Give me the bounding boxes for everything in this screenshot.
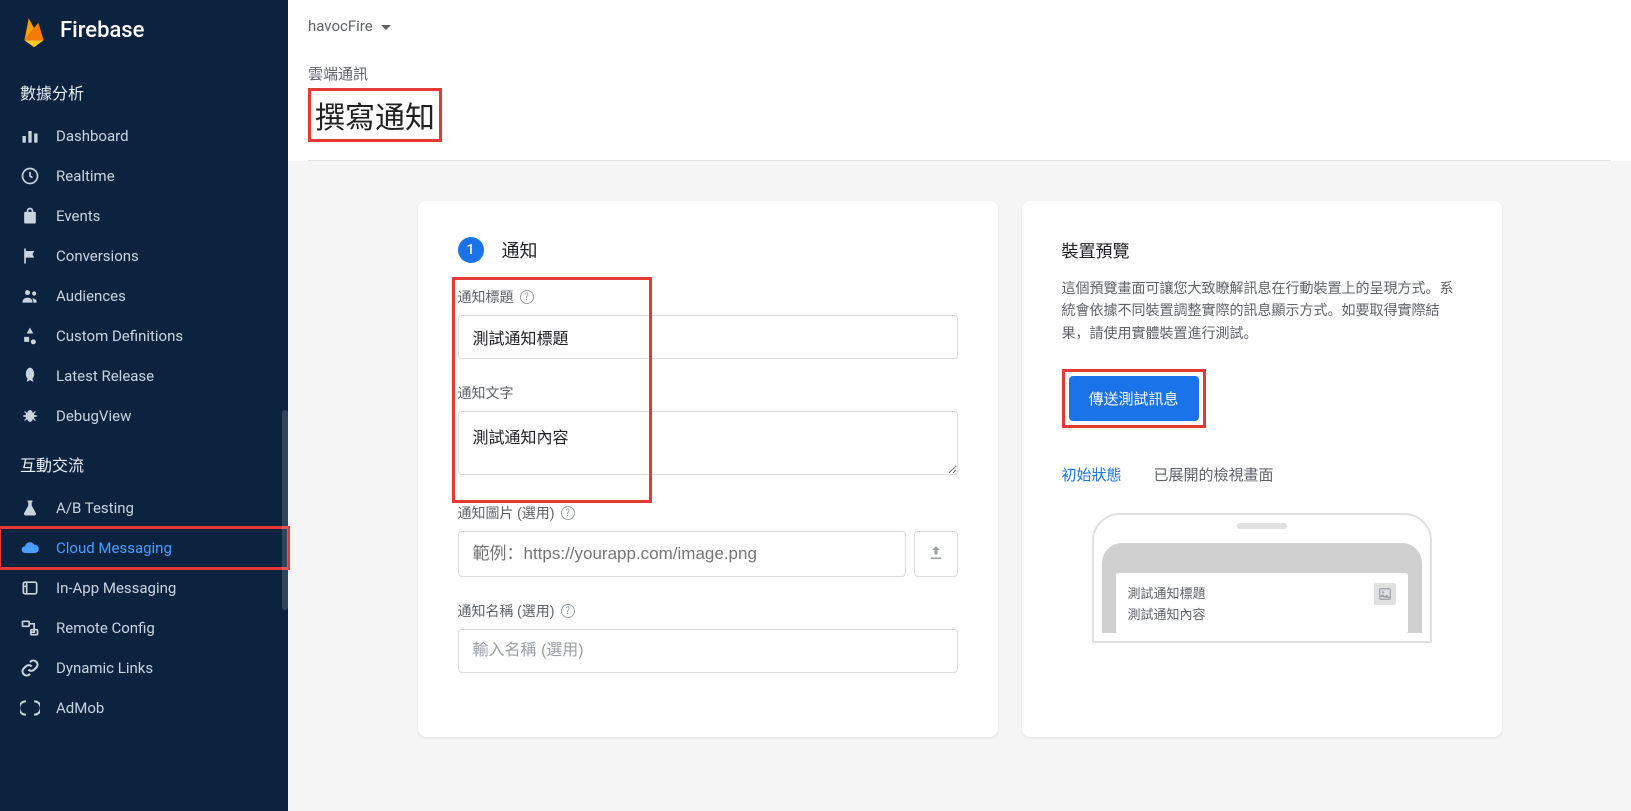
field-name: 通知名稱 (選用) ?	[458, 601, 958, 673]
compose-card: 1 通知 通知標題 ? 通知文字	[418, 201, 998, 737]
preview-tabs: 初始狀態 已展開的檢視畫面	[1062, 464, 1462, 489]
tab-expanded-view[interactable]: 已展開的檢視畫面	[1154, 464, 1274, 489]
inapp-icon	[20, 578, 40, 598]
sidebar-item-label: AdMob	[56, 699, 104, 717]
help-icon[interactable]: ?	[520, 290, 534, 304]
brand-name: Firebase	[60, 18, 144, 43]
notif-title: 測試通知標題	[1128, 583, 1374, 602]
sidebar-item-remote-config[interactable]: Remote Config	[0, 608, 288, 648]
events-icon	[20, 206, 40, 226]
sidebar-item-label: Dynamic Links	[56, 659, 153, 677]
rocket-icon	[20, 366, 40, 386]
name-label: 通知名稱 (選用)	[458, 601, 555, 621]
sidebar-item-label: Custom Definitions	[56, 327, 183, 345]
bar-chart-icon	[20, 126, 40, 146]
sidebar-item-dynamic-links[interactable]: Dynamic Links	[0, 648, 288, 688]
field-title: 通知標題 ?	[458, 287, 958, 359]
step-title: 通知	[502, 237, 538, 263]
sidebar-item-conversions[interactable]: Conversions	[0, 236, 288, 276]
sidebar-section-engage: 互動交流	[0, 436, 288, 488]
project-name: havocFire	[308, 17, 373, 35]
title-input[interactable]	[458, 315, 958, 359]
link-icon	[20, 658, 40, 678]
field-body: 通知文字	[458, 383, 958, 479]
body-input[interactable]	[458, 411, 958, 475]
page-title: 撰寫通知	[308, 88, 1611, 161]
flask-icon	[20, 498, 40, 518]
cloud-icon	[20, 538, 40, 558]
send-test-button[interactable]: 傳送測試訊息	[1069, 376, 1199, 421]
image-label: 通知圖片 (選用)	[458, 503, 555, 523]
sidebar-item-audiences[interactable]: Audiences	[0, 276, 288, 316]
sidebar-scrollbar[interactable]	[282, 410, 288, 610]
upload-button[interactable]	[914, 531, 958, 577]
sidebar-item-ab-testing[interactable]: A/B Testing	[0, 488, 288, 528]
firebase-logo-icon	[20, 14, 48, 46]
sidebar-item-label: Cloud Messaging	[56, 539, 172, 557]
image-input[interactable]	[458, 531, 906, 577]
sidebar: Firebase 數據分析 Dashboard Realtime Events …	[0, 0, 288, 811]
field-image: 通知圖片 (選用) ?	[458, 503, 958, 577]
body-label: 通知文字	[458, 383, 514, 403]
name-input[interactable]	[458, 629, 958, 673]
notification-preview: 測試通知標題 測試通知內容	[1116, 573, 1408, 633]
sidebar-item-admob[interactable]: AdMob	[0, 688, 288, 728]
sidebar-item-label: Events	[56, 207, 100, 225]
sidebar-item-realtime[interactable]: Realtime	[0, 156, 288, 196]
sidebar-item-custom-definitions[interactable]: Custom Definitions	[0, 316, 288, 356]
sidebar-item-events[interactable]: Events	[0, 196, 288, 236]
sidebar-item-debugview[interactable]: DebugView	[0, 396, 288, 436]
shapes-icon	[20, 326, 40, 346]
sidebar-item-label: DebugView	[56, 407, 131, 425]
sidebar-item-label: Remote Config	[56, 619, 155, 637]
sidebar-item-label: Dashboard	[56, 127, 129, 145]
page-header: havocFire 雲端通訊 撰寫通知	[288, 0, 1631, 161]
sidebar-item-dashboard[interactable]: Dashboard	[0, 116, 288, 156]
sidebar-item-label: Realtime	[56, 167, 115, 185]
sidebar-item-latest-release[interactable]: Latest Release	[0, 356, 288, 396]
phone-speaker	[1237, 523, 1287, 529]
sidebar-item-label: A/B Testing	[56, 499, 134, 517]
chevron-down-icon	[381, 17, 391, 35]
sidebar-item-inapp-messaging[interactable]: In-App Messaging	[0, 568, 288, 608]
sidebar-item-cloud-messaging[interactable]: Cloud Messaging	[0, 528, 288, 568]
people-icon	[20, 286, 40, 306]
phone-screen: 測試通知標題 測試通知內容	[1102, 543, 1422, 633]
sidebar-item-label: Audiences	[56, 287, 126, 305]
preview-title: 裝置預覽	[1062, 237, 1462, 262]
breadcrumb: 雲端通訊	[308, 63, 1611, 84]
admob-icon	[20, 698, 40, 718]
upload-icon	[927, 544, 945, 565]
step-number-badge: 1	[458, 237, 484, 263]
phone-mockup: 測試通知標題 測試通知內容	[1092, 513, 1432, 643]
brand-row[interactable]: Firebase	[0, 0, 288, 64]
title-label: 通知標題	[458, 287, 514, 307]
tab-initial-state[interactable]: 初始狀態	[1062, 464, 1122, 489]
flag-icon	[20, 246, 40, 266]
bug-icon	[20, 406, 40, 426]
main-content: havocFire 雲端通訊 撰寫通知 1 通知 通知標題 ?	[288, 0, 1631, 811]
notif-body: 測試通知內容	[1128, 604, 1374, 623]
preview-description: 這個預覽畫面可讓您大致瞭解訊息在行動裝置上的呈現方式。系統會依據不同裝置調整實際…	[1062, 278, 1462, 345]
help-icon[interactable]: ?	[561, 604, 575, 618]
project-selector[interactable]: havocFire	[308, 17, 391, 35]
image-placeholder-icon	[1374, 583, 1396, 605]
sidebar-item-label: In-App Messaging	[56, 579, 176, 597]
clock-icon	[20, 166, 40, 186]
page-title-text: 撰寫通知	[308, 88, 442, 142]
sidebar-item-label: Conversions	[56, 247, 139, 265]
help-icon[interactable]: ?	[561, 506, 575, 520]
sidebar-item-label: Latest Release	[56, 367, 154, 385]
sidebar-section-analytics: 數據分析	[0, 64, 288, 116]
preview-card: 裝置預覽 這個預覽畫面可讓您大致瞭解訊息在行動裝置上的呈現方式。系統會依據不同裝…	[1022, 201, 1502, 737]
remote-config-icon	[20, 618, 40, 638]
step-header: 1 通知	[458, 237, 958, 263]
